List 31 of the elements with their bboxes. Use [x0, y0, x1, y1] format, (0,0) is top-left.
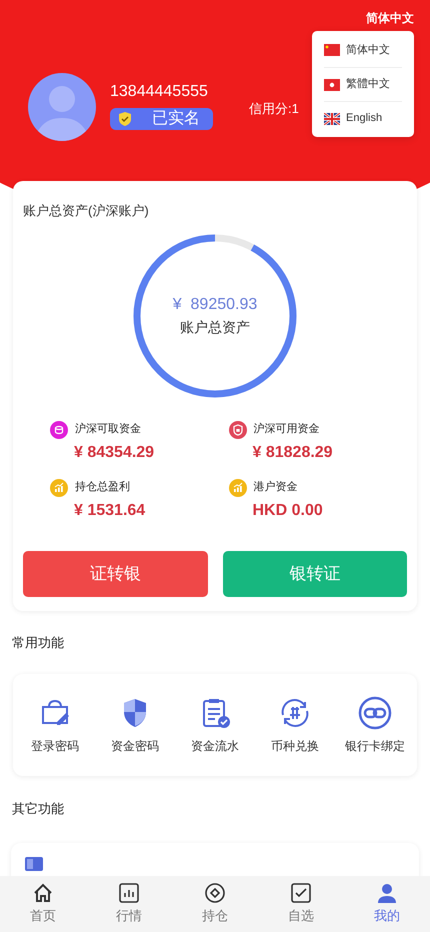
tab-item[interactable]: 持仓 — [172, 876, 258, 932]
phone-number: 13844445555 — [110, 82, 209, 102]
stat-label: 沪深可取资金 — [75, 422, 141, 438]
language-selector[interactable]: 简体中文 — [366, 9, 414, 28]
stat-value: ¥ 84354.29 — [74, 442, 156, 462]
transfer-out-button[interactable]: 证转银 — [23, 550, 208, 596]
function-item[interactable]: 银行卡绑定 — [337, 695, 413, 755]
tab-item[interactable]: 首页 — [0, 876, 86, 932]
tab-item[interactable]: 自选 — [258, 876, 344, 932]
section-title: 常用功能 — [12, 634, 65, 652]
function-item[interactable]: 币种兑换 — [257, 695, 333, 755]
function-item[interactable]: 资金密码 — [97, 695, 173, 755]
language-option[interactable]: 繁體中文 — [324, 67, 402, 101]
stat-value: HKD 0.00 — [252, 500, 324, 520]
language-option[interactable]: 简体中文 — [324, 33, 402, 67]
tab-item[interactable]: 行情 — [86, 876, 172, 932]
stat-label: 港户资金 — [254, 480, 298, 496]
tab-item[interactable]: 我的 — [344, 876, 430, 932]
stat-value: ¥ 81828.29 — [252, 442, 334, 462]
total-amount: ¥ 89250.93 — [172, 295, 258, 315]
stat-value: ¥ 1531.64 — [74, 500, 146, 520]
function-item[interactable]: 登录密码 — [17, 695, 93, 755]
card-title: 账户总资产(沪深账户) — [23, 202, 150, 220]
total-label: 账户总资产 — [180, 318, 250, 337]
stat-label: 持仓总盈利 — [75, 480, 130, 496]
language-option[interactable]: English — [324, 101, 402, 135]
stat-label: 沪深可用资金 — [254, 422, 320, 438]
verified-badge: 已实名 — [110, 108, 213, 130]
section-title: 其它功能 — [12, 800, 65, 818]
function-item[interactable]: 资金流水 — [177, 695, 253, 755]
credit-score: 信用分:1 — [249, 100, 299, 118]
